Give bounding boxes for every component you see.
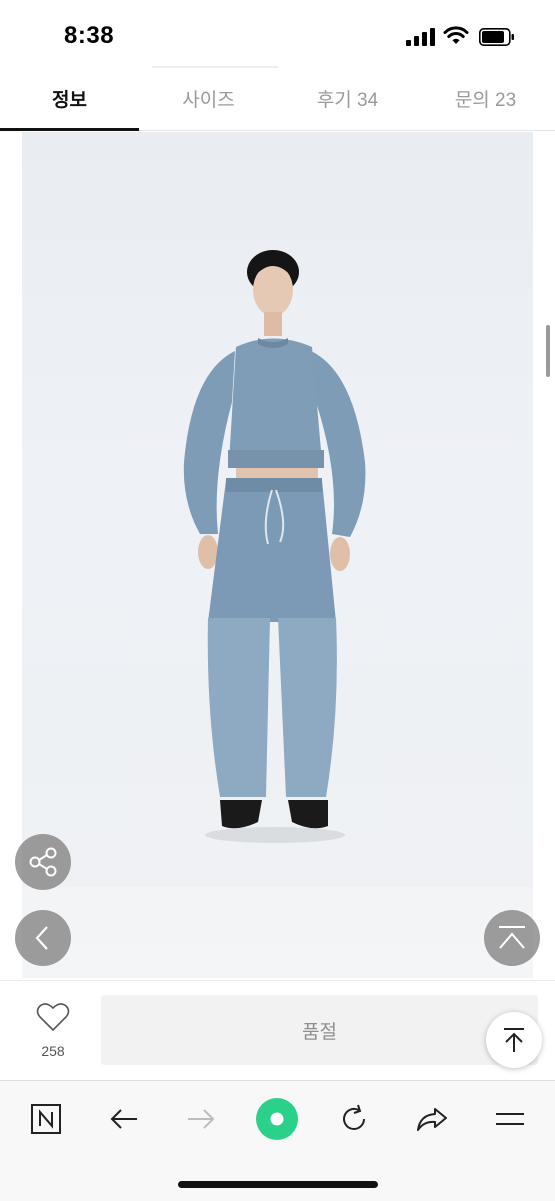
forward-button[interactable] — [177, 1095, 225, 1143]
scrollbar[interactable] — [546, 325, 550, 377]
tab-inquiries[interactable]: 문의 23 — [416, 66, 555, 130]
tab-size[interactable]: 사이즈 — [139, 66, 278, 130]
chevron-up-icon — [499, 926, 525, 949]
refresh-button[interactable] — [330, 1095, 378, 1143]
sold-out-button[interactable]: 품절 — [101, 995, 538, 1065]
arrow-up-icon — [504, 1028, 524, 1052]
back-to-top-button[interactable] — [486, 1012, 542, 1068]
heart-icon — [36, 1003, 70, 1032]
model-figure — [183, 250, 366, 843]
tab-reviews[interactable]: 후기 34 — [278, 66, 417, 130]
wifi-icon — [443, 26, 469, 44]
chevron-left-icon — [35, 926, 48, 950]
menu-icon — [496, 1113, 524, 1125]
battery-icon — [479, 28, 514, 46]
refresh-icon — [343, 1104, 365, 1130]
tab-info[interactable]: 정보 — [0, 66, 139, 131]
product-image — [22, 132, 533, 978]
share-arrow-icon — [417, 1108, 447, 1131]
share-icon — [29, 847, 57, 877]
product-tab-bar: 정보 사이즈 후기 34 문의 23 — [0, 66, 555, 131]
menu-button[interactable] — [486, 1095, 534, 1143]
back-button[interactable] — [100, 1095, 148, 1143]
status-time: 8:38 — [64, 22, 115, 49]
scroll-up-button[interactable] — [484, 910, 540, 966]
like-count: 258 — [41, 1043, 65, 1059]
share-button[interactable] — [15, 834, 71, 890]
like-button[interactable]: 258 — [20, 1001, 86, 1065]
tab-divider — [152, 66, 278, 68]
prev-image-button[interactable] — [15, 910, 71, 966]
status-bar: 8:38 — [0, 0, 555, 66]
naver-home-button[interactable] — [22, 1095, 70, 1143]
home-indicator — [178, 1181, 378, 1188]
back-arrow-icon — [110, 1109, 137, 1129]
green-home-button[interactable] — [253, 1095, 301, 1143]
green-home-icon — [256, 1098, 298, 1140]
naver-n-icon — [31, 1104, 61, 1134]
share-page-button[interactable] — [408, 1095, 456, 1143]
cellular-signal-icon — [406, 28, 436, 46]
forward-arrow-icon — [188, 1109, 215, 1129]
purchase-bar: 258 품절 — [0, 980, 555, 1079]
